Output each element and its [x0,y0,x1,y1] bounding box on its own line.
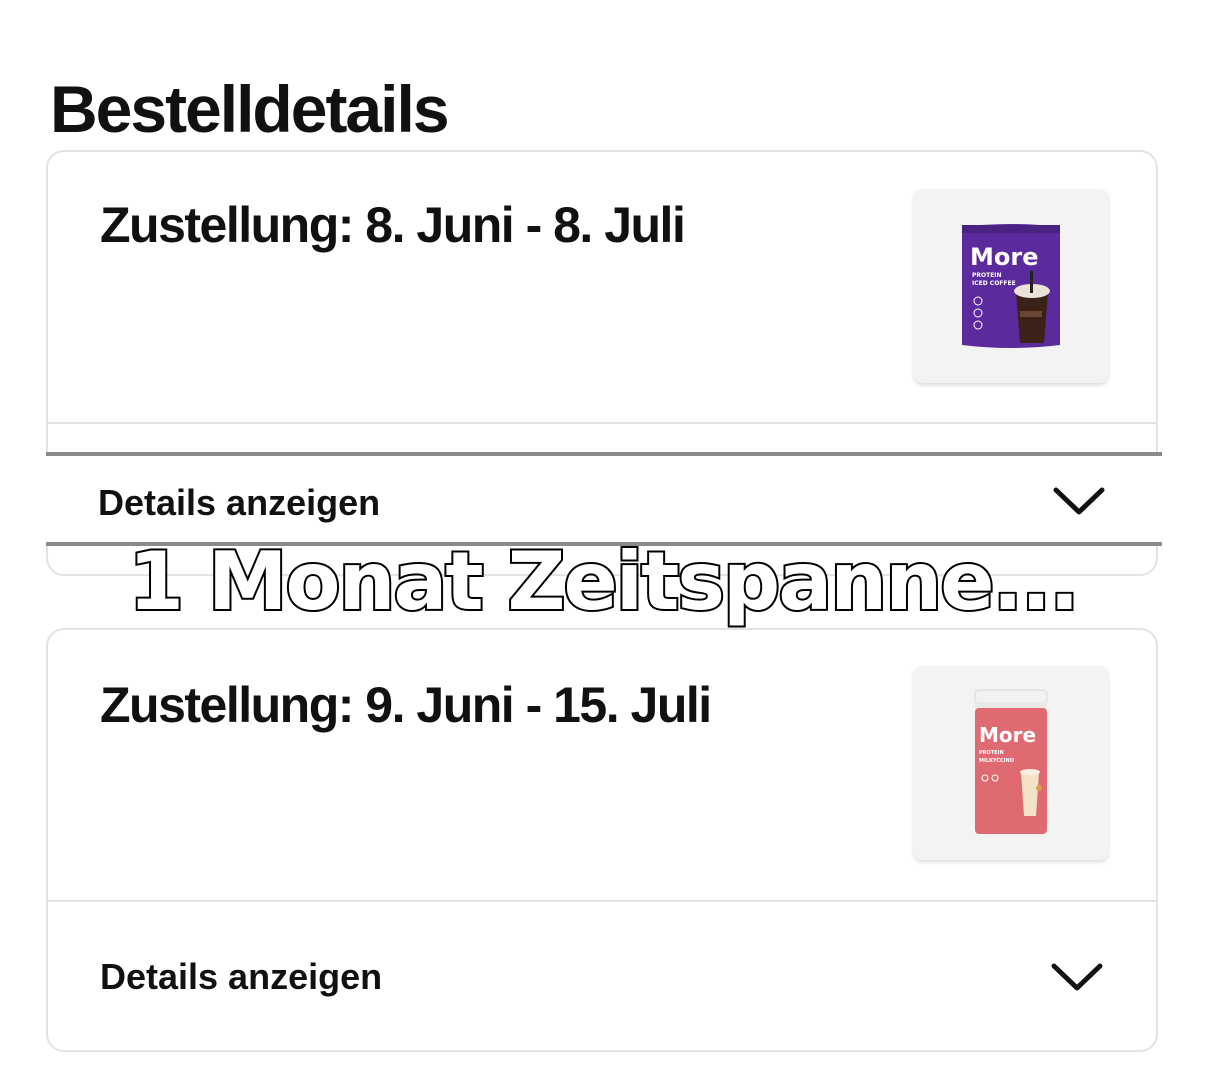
details-toggle-2[interactable]: Details anzeigen [48,936,1156,1028]
product-brand: More [970,243,1038,271]
details-label: Details anzeigen [100,956,383,997]
details-label: Details anzeigen [98,482,381,523]
product-line2: MILKYCCINO [979,758,1014,764]
overlay-caption: 1 Monat Zeitspanne... [126,533,1081,630]
product-pouch-image: More PROTEIN ICED COFFEE [962,224,1060,348]
order-card-2: Zustellung: 9. Juni - 15. Juli More PROT… [46,628,1158,1052]
product-thumbnail[interactable]: More PROTEIN ICED COFFEE [914,189,1108,383]
product-brand: More [979,723,1036,747]
product-line2: ICED COFFEE [972,280,1016,287]
card-divider [48,900,1156,902]
card-divider [48,422,1156,424]
delivery-date-range: Zustellung: 8. Juni - 8. Juli [100,197,686,253]
product-line1: PROTEIN [979,750,1004,756]
page-title: Bestelldetails [50,72,450,147]
chevron-down-icon [1051,963,1103,991]
chevron-down-icon [1053,487,1105,515]
delivery-date-range: Zustellung: 9. Juni - 15. Juli [100,677,712,733]
product-line1: PROTEIN [972,272,1002,279]
details-toggle-1[interactable]: Details anzeigen [46,452,1162,546]
product-tub-image: More PROTEIN MILKYCCINO [974,689,1048,834]
product-thumbnail[interactable]: More PROTEIN MILKYCCINO [914,666,1108,860]
